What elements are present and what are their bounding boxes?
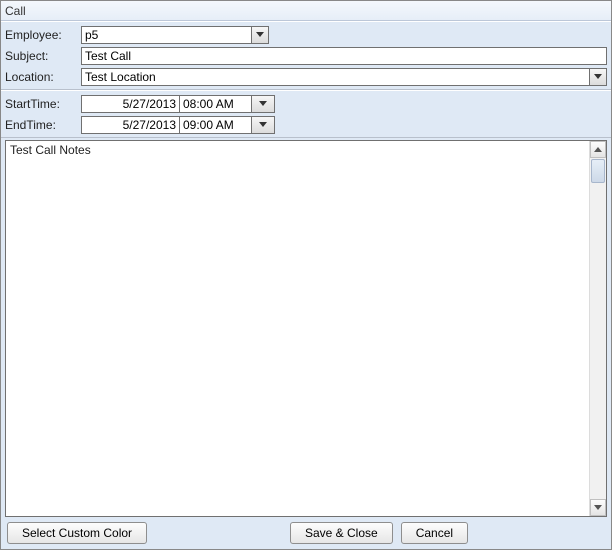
cancel-button[interactable]: Cancel xyxy=(401,522,468,544)
location-label: Location: xyxy=(3,70,81,84)
location-field[interactable] xyxy=(81,68,589,86)
save-close-button[interactable]: Save & Close xyxy=(290,522,393,544)
chevron-down-icon xyxy=(594,74,602,79)
notes-wrap: Test Call Notes xyxy=(5,140,607,517)
employee-dropdown-button[interactable] xyxy=(251,26,269,44)
start-time-field[interactable] xyxy=(179,95,251,113)
notes-field[interactable]: Test Call Notes xyxy=(5,140,607,517)
header-fields: Employee: Subject: Location: xyxy=(1,21,611,90)
subject-field[interactable] xyxy=(81,47,607,65)
location-combo[interactable] xyxy=(81,68,607,86)
chevron-down-icon xyxy=(594,505,602,510)
scroll-down-button[interactable] xyxy=(590,499,606,516)
chevron-down-icon xyxy=(256,32,264,37)
starttime-label: StartTime: xyxy=(3,97,81,111)
start-date-field[interactable] xyxy=(81,95,179,113)
chevron-up-icon xyxy=(594,147,602,152)
location-dropdown-button[interactable] xyxy=(589,68,607,86)
end-time-dropdown-button[interactable] xyxy=(251,116,275,134)
scroll-thumb[interactable] xyxy=(591,159,605,183)
endtime-label: EndTime: xyxy=(3,118,81,132)
subject-label: Subject: xyxy=(3,49,81,63)
window-title: Call xyxy=(1,1,611,21)
button-bar: Select Custom Color Save & Close Cancel xyxy=(1,517,611,549)
chevron-down-icon xyxy=(259,101,267,106)
scroll-track[interactable] xyxy=(590,184,606,499)
employee-combo[interactable] xyxy=(81,26,269,44)
employee-label: Employee: xyxy=(3,28,81,42)
end-date-field[interactable] xyxy=(81,116,179,134)
notes-scrollbar[interactable] xyxy=(589,141,606,516)
chevron-down-icon xyxy=(259,122,267,127)
time-fields: StartTime: EndTime: xyxy=(1,90,611,138)
call-dialog: Call Employee: Subject: Location: xyxy=(0,0,612,550)
select-custom-color-button[interactable]: Select Custom Color xyxy=(7,522,147,544)
start-time-dropdown-button[interactable] xyxy=(251,95,275,113)
end-time-field[interactable] xyxy=(179,116,251,134)
center-buttons: Save & Close Cancel xyxy=(269,522,489,544)
employee-field[interactable] xyxy=(81,26,251,44)
scroll-up-button[interactable] xyxy=(590,141,606,158)
